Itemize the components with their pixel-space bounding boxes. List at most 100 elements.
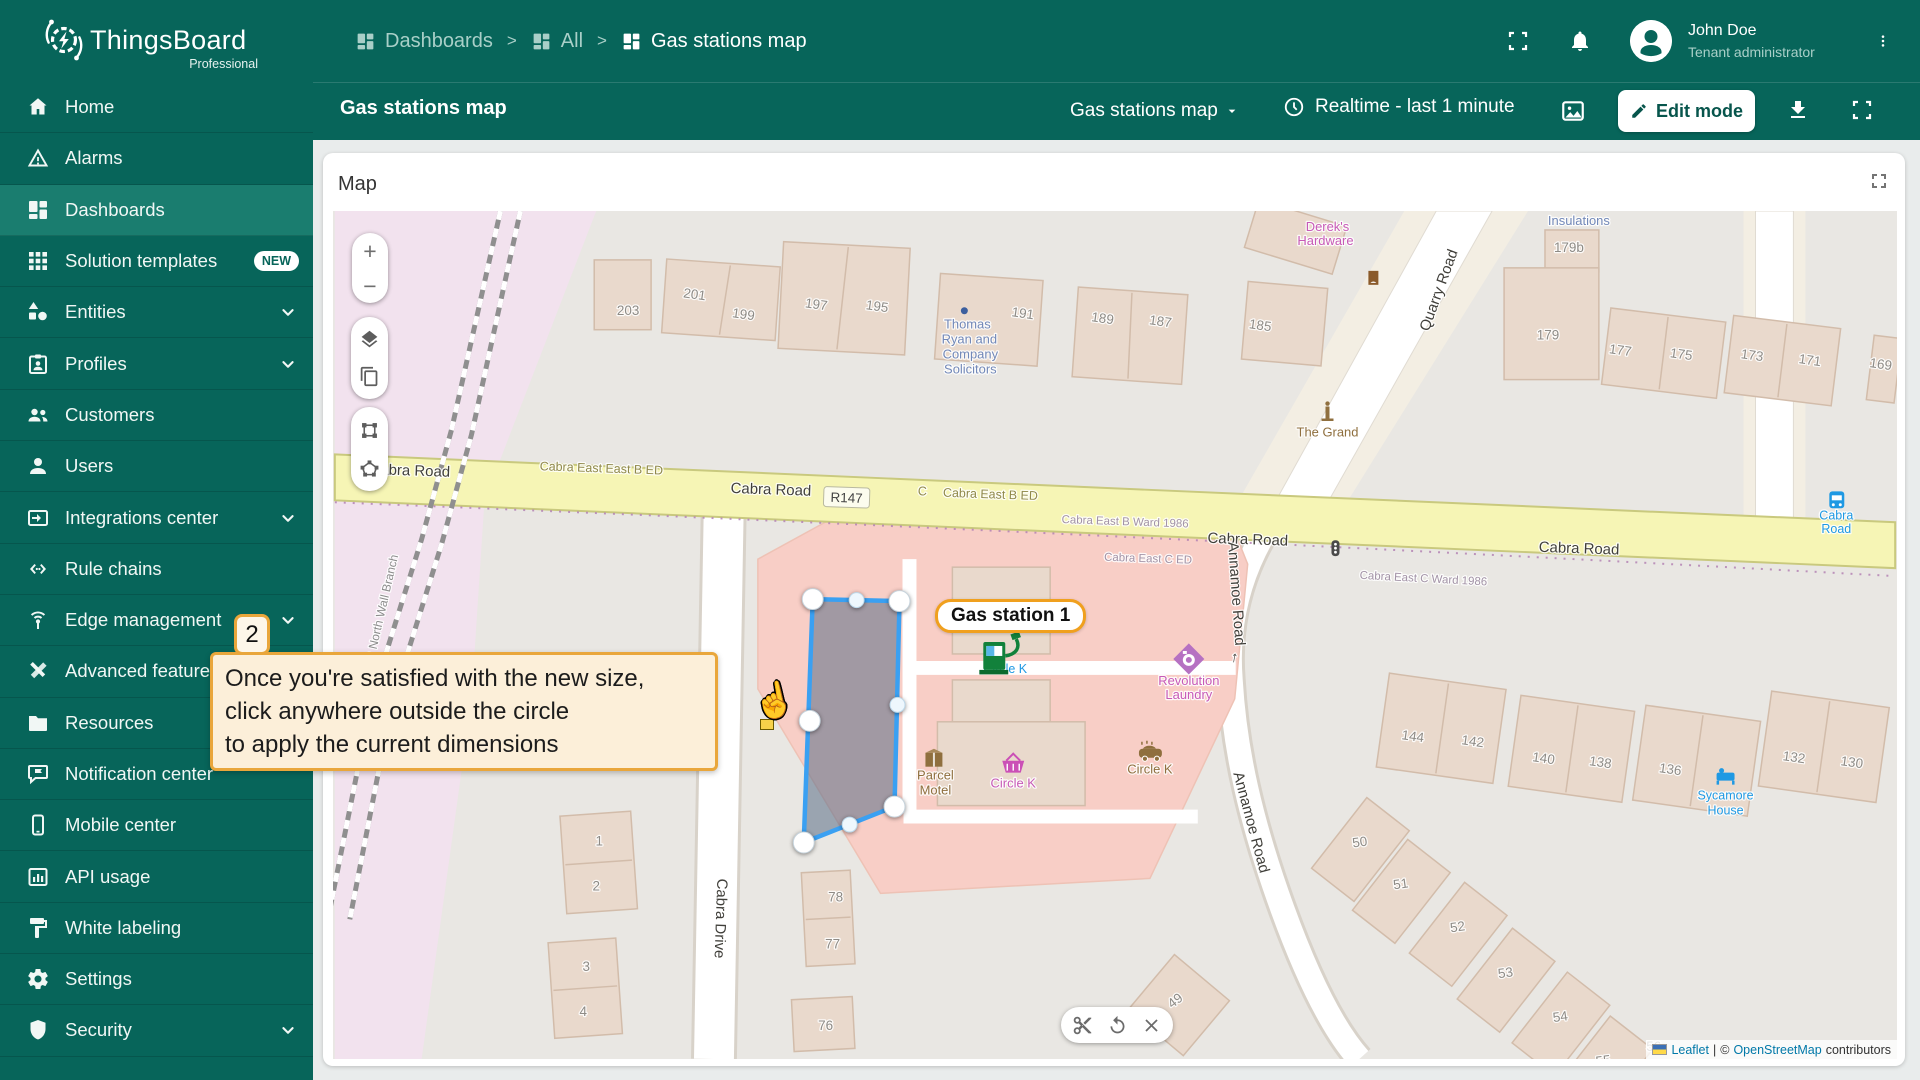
- breadcrumb-separator: >: [597, 31, 607, 50]
- breadcrumb-item[interactable]: All: [531, 30, 583, 53]
- chevron-icon: [282, 309, 294, 317]
- sidebar-item-solution-templates[interactable]: Solution templates NEW: [0, 236, 313, 288]
- sidebar-item-integrations-center[interactable]: Integrations center: [0, 492, 313, 544]
- sidebar-item-label: Entities: [65, 301, 126, 323]
- breadcrumb-item[interactable]: Gas stations map: [621, 30, 807, 53]
- midpoint-handle[interactable]: [841, 816, 858, 833]
- breadcrumb-label: Dashboards: [385, 29, 493, 52]
- map-label: Ryan and: [942, 332, 997, 347]
- marker-tooltip: Gas station 1: [935, 599, 1087, 633]
- ukraine-flag-icon: [1652, 1044, 1668, 1055]
- sidebar-item-api-usage[interactable]: API usage: [0, 851, 313, 903]
- notifications-bell-icon[interactable]: [1568, 29, 1592, 53]
- dashboard-select[interactable]: Gas stations map: [1070, 100, 1240, 122]
- map-canvas[interactable]: R147 203 201 199 197 195 191 189 187 185 179b 179 1…: [333, 211, 1897, 1059]
- map-label: 138: [1588, 753, 1612, 771]
- vertex-handle[interactable]: [792, 831, 815, 854]
- sidebar-item-customers[interactable]: Customers: [0, 390, 313, 442]
- map-label: Hardware: [1297, 233, 1353, 248]
- sidebar-item-profiles[interactable]: Profiles: [0, 338, 313, 390]
- sidebar-item-security[interactable]: Security: [0, 1005, 313, 1057]
- sidebar-item-entities[interactable]: Entities: [0, 287, 313, 339]
- sidebar-item-settings[interactable]: Settings: [0, 954, 313, 1006]
- chevron-icon: [282, 514, 294, 522]
- edit-mode-button[interactable]: Edit mode: [1618, 90, 1755, 132]
- map-label: Insulations: [1548, 213, 1610, 228]
- map-label: 185: [1248, 316, 1272, 334]
- dashboards-icon: [533, 33, 550, 49]
- midpoint-handle[interactable]: [889, 696, 906, 713]
- map-label: Cabra Road: [1207, 530, 1288, 550]
- download-icon[interactable]: [1786, 98, 1810, 122]
- sidebar-item-dashboards[interactable]: Dashboards: [0, 184, 313, 236]
- shield-icon: [30, 1020, 46, 1040]
- sidebar-item-label: Security: [65, 1019, 132, 1041]
- vertex-handle[interactable]: [801, 588, 824, 611]
- sidebar-item-home[interactable]: Home: [0, 82, 313, 134]
- tools-icon: [30, 662, 47, 679]
- map-label: Motel: [920, 783, 952, 798]
- edit-polygon[interactable]: [792, 588, 911, 854]
- vertex-handle[interactable]: [883, 795, 906, 818]
- edit-mode-label: Edit mode: [1655, 100, 1743, 121]
- sidebar-item-mobile-center[interactable]: Mobile center: [0, 800, 313, 852]
- breadcrumb-separator: >: [506, 31, 517, 50]
- map-label: 51: [1392, 875, 1409, 892]
- sidebar-item-label: Rule chains: [65, 557, 162, 579]
- logo-subtitle: Professional: [189, 57, 258, 71]
- avatar: [1630, 20, 1672, 62]
- map-widget-card: Map R147 203 201 199 197 195 191 189 187…: [323, 153, 1905, 1066]
- sidebar-item-white-labeling[interactable]: White labeling: [0, 903, 313, 955]
- chevron-icon: [282, 617, 294, 624]
- zoom-out-button[interactable]: −: [352, 271, 388, 301]
- kebab-menu-icon[interactable]: [1876, 29, 1890, 53]
- zoom-in-button[interactable]: +: [352, 236, 388, 266]
- map-layers-icon[interactable]: [359, 329, 380, 350]
- image-snapshot-icon[interactable]: [1560, 98, 1586, 124]
- fullscreen-icon[interactable]: [1506, 29, 1530, 53]
- sidebar-item-users[interactable]: Users: [0, 441, 313, 493]
- midpoint-handle[interactable]: [848, 592, 865, 609]
- map-label: 50: [1351, 834, 1368, 851]
- thingsboard-logo[interactable]: ThingsBoard Professional: [42, 17, 292, 73]
- close-icon[interactable]: [1141, 1015, 1162, 1036]
- map-label: 177: [1608, 341, 1632, 359]
- sidebar-item-rule-chains[interactable]: Rule chains: [0, 544, 313, 595]
- user-menu[interactable]: John Doe Tenant administrator: [1630, 20, 1838, 62]
- dashboard-select-value: Gas stations map: [1070, 100, 1218, 121]
- sidebar-item-label: Notification center: [65, 763, 214, 784]
- map-label: 171: [1798, 351, 1822, 369]
- map-label: 179: [1537, 328, 1559, 343]
- edit-rectangle-icon[interactable]: [359, 420, 380, 441]
- map-label: 54: [1552, 1008, 1569, 1025]
- map-label: 4: [580, 1004, 588, 1019]
- coach-line: click anywhere outside the circle: [225, 698, 570, 725]
- leaflet-link[interactable]: Leaflet: [1671, 1043, 1709, 1057]
- map-label: 136: [1658, 760, 1682, 778]
- sidebar-item-alarms[interactable]: Alarms: [0, 133, 313, 185]
- timewindow-button[interactable]: Realtime - last 1 minute: [1283, 96, 1515, 118]
- dashboards-icon: [357, 33, 374, 49]
- vertex-handle[interactable]: [798, 709, 821, 732]
- map-label: 175: [1669, 345, 1693, 363]
- map-type-icon[interactable]: [359, 366, 380, 387]
- map-label: 169: [1869, 355, 1893, 373]
- map-label: 195: [865, 297, 889, 315]
- cut-icon[interactable]: [1072, 1015, 1093, 1036]
- clock-icon: [1284, 97, 1304, 117]
- widget-fullscreen-icon[interactable]: [1867, 169, 1891, 193]
- logo-gear-icon: [45, 19, 83, 61]
- sidebar-item-label: Mobile center: [65, 814, 177, 836]
- sidebar-item-label: Settings: [65, 968, 132, 990]
- sidebar-item-label: Advanced features: [65, 660, 220, 682]
- breadcrumb-item[interactable]: Dashboards: [355, 30, 493, 53]
- breadcrumb-label: All: [560, 29, 584, 52]
- osm-link[interactable]: OpenStreetMap: [1733, 1043, 1821, 1057]
- vertex-handle[interactable]: [888, 590, 911, 613]
- expand-fullscreen-icon[interactable]: [1850, 98, 1874, 122]
- undo-icon[interactable]: [1107, 1015, 1128, 1036]
- map-label: 142: [1461, 732, 1485, 750]
- edit-polygon-icon[interactable]: [359, 458, 380, 479]
- traffic-signal-icon: [1331, 540, 1340, 557]
- page-title: Gas stations map: [340, 97, 507, 119]
